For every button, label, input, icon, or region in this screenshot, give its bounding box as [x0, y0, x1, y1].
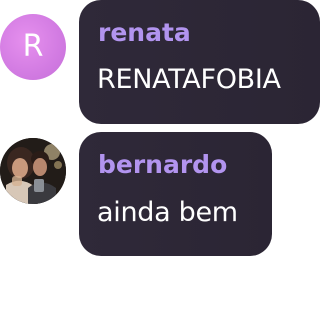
- message-bubble[interactable]: renata RENATAFOBIA: [79, 0, 320, 124]
- avatar[interactable]: [0, 138, 66, 204]
- message-text: ainda bem: [97, 197, 238, 228]
- author-name[interactable]: bernardo: [98, 152, 227, 177]
- message-text: RENATAFOBIA: [97, 64, 281, 95]
- avatar-initial: R: [22, 29, 44, 64]
- avatar[interactable]: R: [0, 14, 66, 80]
- avatar-photo: [0, 138, 66, 204]
- message-bubble[interactable]: bernardo ainda bem: [79, 132, 272, 256]
- author-name[interactable]: renata: [98, 20, 191, 45]
